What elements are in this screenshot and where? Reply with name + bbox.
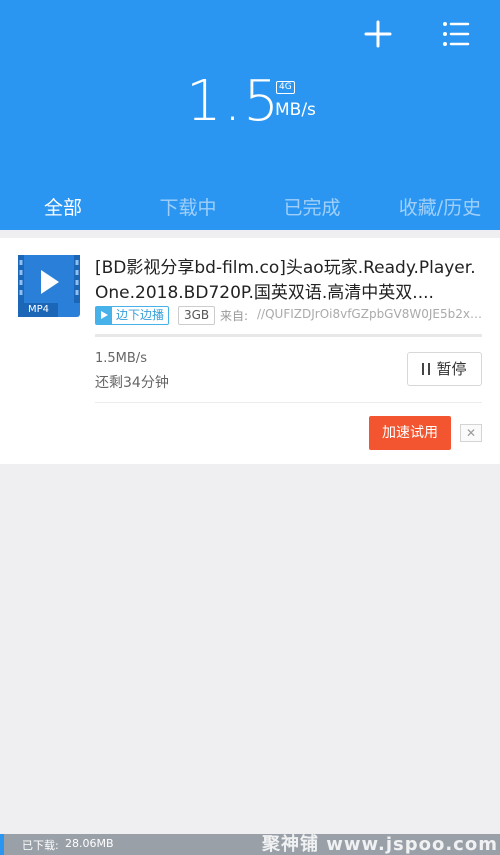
tab-completed[interactable]: 已完成: [276, 186, 348, 230]
pause-button[interactable]: 暂停: [407, 352, 482, 386]
file-type-label: MP4: [28, 304, 50, 315]
file-size-tag: 3GB: [178, 306, 216, 325]
play-tag-label: 边下边播: [116, 308, 165, 322]
speed-unit: MB/s: [275, 100, 316, 120]
boost-trial-button[interactable]: 加速试用: [369, 416, 451, 450]
watermark: 聚神铺 www.jspoo.com: [262, 834, 498, 855]
video-file-icon[interactable]: MP4: [18, 255, 80, 317]
network-badge: 4G: [276, 81, 295, 94]
pause-icon: [422, 363, 431, 375]
task-meta: 边下边播 3GB 来自: //QUFIZDJrOi8vfGZpbGV8W0JE5…: [95, 306, 485, 326]
tab-downloading[interactable]: 下载中: [152, 186, 224, 230]
play-icon: [96, 307, 112, 324]
tab-bar: 全部 下载中 已完成 收藏/历史: [0, 186, 500, 230]
source-value: //QUFIZDJrOi8vfGZpbGV8W0JE5b2x6...: [257, 307, 483, 321]
list-icon[interactable]: [436, 14, 476, 54]
header: 1.5 4G MB/s 全部 下载中 已完成 收藏/历史: [0, 0, 500, 230]
divider: [95, 402, 482, 403]
time-remaining: 还剩34分钟: [95, 375, 169, 391]
plus-icon[interactable]: [358, 14, 398, 54]
download-task-card[interactable]: MP4 [BD影视分享bd-film.co]头ao玩家.Ready.Player…: [0, 238, 500, 464]
play-while-downloading-tag[interactable]: 边下边播: [95, 306, 170, 325]
download-rate: 1.5MB/s: [95, 351, 147, 366]
tab-all[interactable]: 全部: [28, 186, 98, 230]
tab-favorites-history[interactable]: 收藏/历史: [390, 186, 490, 230]
downloaded-label: 已下载:: [22, 839, 59, 852]
pause-label: 暂停: [436, 360, 467, 378]
footer-accent: [0, 834, 4, 855]
speed-value: 1.5: [186, 69, 282, 134]
close-icon[interactable]: ✕: [460, 424, 482, 442]
progress-bar: [95, 334, 482, 337]
task-title: [BD影视分享bd-film.co]头ao玩家.Ready.Player.One…: [95, 258, 476, 303]
source-label: 来自:: [220, 309, 249, 323]
downloaded-value: 28.06MB: [65, 837, 114, 850]
